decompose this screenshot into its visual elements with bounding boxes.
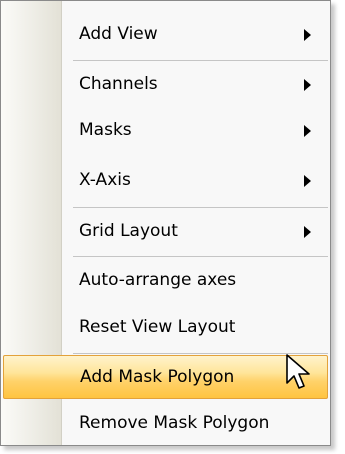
context-menu: Add View Channels Masks X-Axis Grid Layo… bbox=[0, 0, 331, 446]
menu-item-label: Grid Layout bbox=[79, 221, 178, 241]
submenu-arrow-icon bbox=[304, 29, 311, 41]
menu-item-label: Add Mask Polygon bbox=[80, 367, 235, 387]
menu-item-label: Remove Mask Polygon bbox=[79, 413, 270, 433]
menu-item-channels[interactable]: Channels bbox=[3, 62, 328, 106]
menu-item-label: Auto-arrange axes bbox=[79, 270, 237, 290]
menu-item-grid-layout[interactable]: Grid Layout bbox=[3, 209, 328, 253]
menu-item-label: Masks bbox=[79, 120, 132, 140]
menu-item-auto-arrange-axes[interactable]: Auto-arrange axes bbox=[3, 258, 328, 302]
menu-separator bbox=[73, 60, 328, 61]
submenu-arrow-icon bbox=[304, 175, 311, 187]
menu-item-label: Add View bbox=[79, 24, 158, 44]
menu-item-label: Reset View Layout bbox=[79, 317, 236, 337]
mouse-pointer-icon bbox=[286, 354, 310, 389]
menu-item-masks[interactable]: Masks bbox=[3, 108, 328, 152]
menu-separator bbox=[73, 256, 328, 257]
menu-item-reset-view-layout[interactable]: Reset View Layout bbox=[3, 305, 328, 349]
menu-item-label: Channels bbox=[79, 74, 158, 94]
menu-item-x-axis[interactable]: X-Axis bbox=[3, 158, 328, 202]
submenu-arrow-icon bbox=[304, 226, 311, 238]
menu-separator bbox=[73, 207, 328, 208]
submenu-arrow-icon bbox=[304, 125, 311, 137]
menu-item-remove-mask-polygon[interactable]: Remove Mask Polygon bbox=[3, 401, 328, 445]
submenu-arrow-icon bbox=[304, 79, 311, 91]
menu-item-add-view[interactable]: Add View bbox=[3, 12, 328, 56]
menu-item-add-mask-polygon[interactable]: Add Mask Polygon bbox=[3, 355, 328, 399]
menu-item-label: X-Axis bbox=[79, 170, 131, 190]
